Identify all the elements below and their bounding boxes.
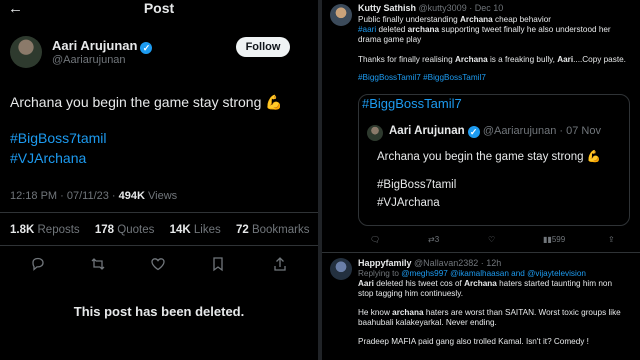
post-text: Archana you begin the game stay strong 💪 — [10, 94, 283, 110]
reply-text: Replying to @meghs997 @ikamalhaasan and … — [358, 269, 621, 346]
reply-icon[interactable] — [30, 256, 46, 272]
replies-panel: Kutty Sathish @kutty3009 · Dec 10 Public… — [322, 0, 640, 360]
like-icon[interactable] — [150, 256, 166, 272]
hashtag-link[interactable]: #BiggBossTamil7 #BiggBossTamil7 — [358, 73, 636, 83]
quotes-stat[interactable]: 178 Quotes — [95, 224, 160, 236]
repost-icon[interactable] — [90, 256, 106, 272]
avatar[interactable] — [330, 258, 352, 280]
mention-links[interactable]: @meghs997 @ikamalhaasan and @vijaytelevi… — [401, 269, 586, 278]
divider — [0, 245, 318, 246]
quoted-text: Archana you begin the game stay strong 💪 — [377, 151, 602, 163]
flexed-biceps-emoji: 💪 — [586, 151, 602, 163]
post-detail-panel: ← Post Aari Arujunan ✓ @Aariarujunan Foll… — [0, 0, 318, 360]
post-meta: 12:18 PM · 07/11/23 · 494K Views — [10, 190, 178, 202]
quoted-hashtag: #VJArchana — [377, 197, 440, 209]
author-handle[interactable]: @Aariarujunan — [52, 54, 126, 66]
page-title: Post — [143, 0, 175, 16]
deleted-notice: This post has been deleted. — [73, 304, 245, 319]
like-icon[interactable]: ♡ — [488, 235, 495, 244]
author-name[interactable]: Aari Arujunan ✓ — [52, 38, 153, 54]
avatar — [367, 125, 383, 141]
quoted-hashtag: #BigBoss7tamil — [377, 179, 457, 191]
share-icon[interactable]: ⇪ — [608, 235, 615, 244]
avatar[interactable] — [330, 4, 352, 26]
reposts-stat[interactable]: 1.8K Reposts — [10, 224, 86, 236]
flexed-biceps-emoji: 💪 — [265, 94, 283, 110]
reply-text: Public finally understanding Archana che… — [358, 15, 636, 83]
post-actions — [0, 256, 318, 272]
reply-icon[interactable]: 🗨 — [370, 235, 380, 244]
reply-actions: 🗨 ⇄ 3 ♡ ▮▮ 599 ⇪ — [358, 235, 628, 247]
hashtag-link[interactable]: #VJArchana — [10, 150, 86, 166]
reply-author[interactable]: Kutty Sathish @kutty3009 · Dec 10 — [358, 3, 503, 13]
divider — [0, 212, 318, 213]
verified-badge-icon: ✓ — [467, 126, 480, 138]
avatar[interactable] — [10, 36, 42, 68]
views-icon[interactable]: ▮▮ 599 — [543, 235, 565, 244]
quoted-post[interactable]: Aari Arujunan ✓ @Aariarujunan · 07 Nov Ar… — [358, 94, 630, 226]
likes-stat[interactable]: 14K Likes — [170, 224, 227, 236]
follow-button[interactable]: Follow — [236, 37, 290, 57]
divider — [322, 252, 640, 253]
bookmark-icon[interactable] — [210, 256, 226, 272]
reply-author[interactable]: Happyfamily @Nallavan2382 · 12h — [358, 258, 501, 268]
share-icon[interactable] — [272, 256, 288, 272]
bookmarks-stat[interactable]: 72 Bookmarks — [236, 224, 316, 236]
verified-badge-icon: ✓ — [140, 42, 153, 54]
post-header: ← Post — [0, 0, 318, 18]
hashtag-link[interactable]: #BigBoss7tamil — [10, 130, 107, 146]
repost-icon[interactable]: ⇄ 3 — [428, 235, 439, 244]
engagement-stats: 1.8K Reposts 178 Quotes 14K Likes 72 Boo… — [10, 224, 321, 236]
quoted-author: Aari Arujunan ✓ @Aariarujunan · 07 Nov — [389, 125, 601, 138]
